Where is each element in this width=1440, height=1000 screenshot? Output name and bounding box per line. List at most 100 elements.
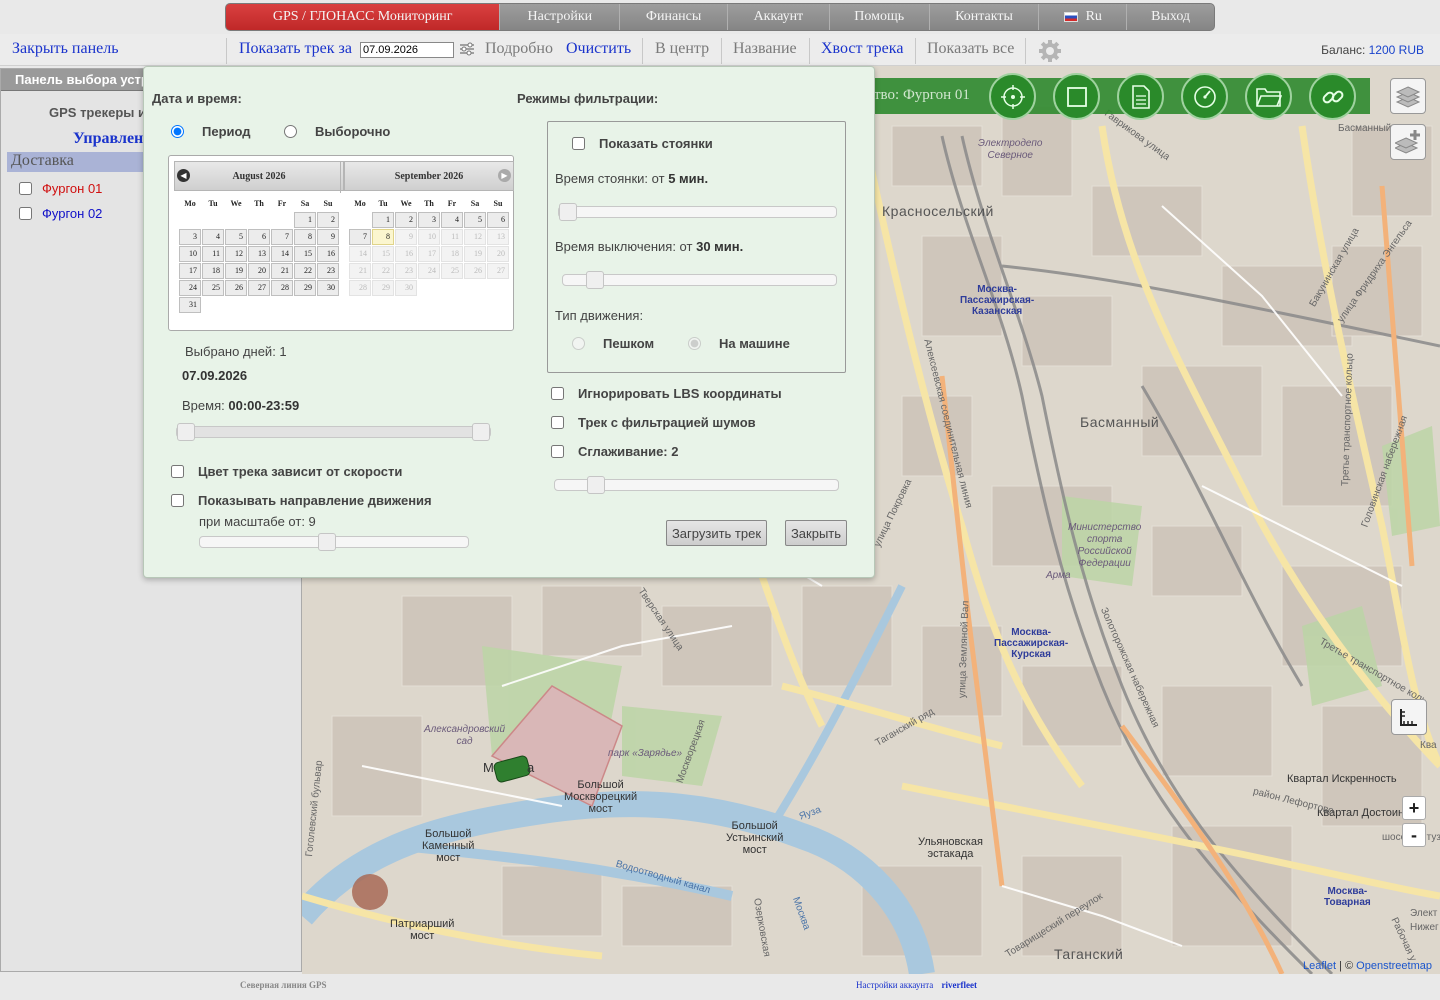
calendar-day[interactable]: 11 <box>202 246 224 262</box>
show-direction-option[interactable]: Показывать направление движения <box>171 493 432 508</box>
stop-time-handle[interactable] <box>559 203 577 221</box>
calendar-day[interactable]: 7 <box>271 229 293 245</box>
calendar-day[interactable]: 29 <box>294 280 316 296</box>
calendar-day[interactable]: 12 <box>225 246 247 262</box>
scale-handle[interactable] <box>318 533 336 551</box>
selective-radio[interactable] <box>284 125 297 138</box>
calendar-day[interactable]: 1 <box>372 212 394 228</box>
details-link[interactable]: Подробно <box>485 40 553 58</box>
zoom-out-button[interactable]: - <box>1402 823 1426 847</box>
menu-finance[interactable]: Финансы <box>620 4 728 30</box>
track-date-input[interactable] <box>360 42 454 58</box>
calendar-day[interactable]: 2 <box>317 212 339 228</box>
close-button[interactable]: Закрыть <box>785 520 847 546</box>
noise-filter-option[interactable]: Трек с фильтрацией шумов <box>551 415 756 430</box>
calendar-day[interactable]: 1 <box>294 212 316 228</box>
calendar-day[interactable]: 4 <box>202 229 224 245</box>
ignore-lbs-checkbox[interactable] <box>551 387 564 400</box>
clear-link[interactable]: Очистить <box>566 40 631 58</box>
track-tail-link[interactable]: Хвост трека <box>821 40 903 58</box>
load-track-button[interactable]: Загрузить трек <box>666 520 767 546</box>
time-start-handle[interactable] <box>177 423 195 441</box>
color-by-speed-checkbox[interactable] <box>171 465 184 478</box>
device-item[interactable]: Фургон 01 <box>19 181 102 196</box>
off-time-handle[interactable] <box>586 271 604 289</box>
calendar-day[interactable]: 2 <box>395 212 417 228</box>
scale-slider[interactable] <box>199 533 469 551</box>
car-option[interactable]: На машине <box>688 336 790 351</box>
calendar-day[interactable]: 17 <box>179 263 201 279</box>
calendar-day[interactable]: 28 <box>271 280 293 296</box>
device-name[interactable]: Фургон 02 <box>42 206 102 221</box>
calendar-day[interactable]: 27 <box>248 280 270 296</box>
calendar-day[interactable]: 22 <box>294 263 316 279</box>
prev-month-icon[interactable]: ◀ <box>177 169 190 182</box>
car-radio[interactable] <box>688 337 701 350</box>
gear-icon[interactable] <box>1038 39 1062 66</box>
calendar-day[interactable]: 5 <box>225 229 247 245</box>
menu-account[interactable]: Аккаунт <box>727 4 830 30</box>
smoothing-option[interactable]: Сглаживание: 2 <box>551 444 678 459</box>
zoom-in-button[interactable]: + <box>1402 796 1426 820</box>
smoothing-handle[interactable] <box>587 476 605 494</box>
calendar-day[interactable]: 20 <box>248 263 270 279</box>
menu-logout[interactable]: Выход <box>1127 4 1214 30</box>
group-delivery[interactable]: Доставка <box>7 152 147 172</box>
calendar-day[interactable]: 7 <box>349 229 371 245</box>
period-option[interactable]: Период <box>171 124 251 139</box>
calendar-day[interactable]: 21 <box>271 263 293 279</box>
center-link[interactable]: В центр <box>655 40 709 58</box>
smoothing-checkbox[interactable] <box>551 445 564 458</box>
calendar-day[interactable]: 24 <box>179 280 201 296</box>
menu-settings[interactable]: Настройки <box>500 4 621 30</box>
calendar-day[interactable]: 9 <box>317 229 339 245</box>
menu-contacts[interactable]: Контакты <box>929 4 1040 30</box>
square-icon[interactable] <box>1053 73 1100 120</box>
osm-link[interactable]: Openstreetmap <box>1356 960 1432 972</box>
noise-filter-checkbox[interactable] <box>551 416 564 429</box>
calendar-day[interactable]: 8 <box>294 229 316 245</box>
device-checkbox[interactable] <box>19 207 32 220</box>
balance-value[interactable]: 1200 RUB <box>1369 43 1424 57</box>
footer-user[interactable]: riverfleet <box>942 980 977 990</box>
selective-option[interactable]: Выборочно <box>284 124 390 139</box>
calendar-day[interactable]: 3 <box>179 229 201 245</box>
ignore-lbs-option[interactable]: Игнорировать LBS координаты <box>551 386 782 401</box>
time-range-slider[interactable] <box>176 423 491 441</box>
calendar-day[interactable]: 30 <box>317 280 339 296</box>
walk-radio[interactable] <box>572 337 585 350</box>
calendar-day[interactable]: 4 <box>441 212 463 228</box>
calendar-day[interactable]: 6 <box>487 212 509 228</box>
stop-time-slider[interactable] <box>558 203 837 221</box>
name-link[interactable]: Название <box>733 40 797 58</box>
calendar-day[interactable]: 26 <box>225 280 247 296</box>
calendar-day[interactable]: 3 <box>418 212 440 228</box>
show-stops-checkbox[interactable] <box>572 137 585 150</box>
device-checkbox[interactable] <box>19 182 32 195</box>
ruler-icon[interactable] <box>1391 699 1427 735</box>
calendar-day[interactable]: 14 <box>271 246 293 262</box>
account-settings-link[interactable]: Настройки аккаунта <box>856 980 933 990</box>
layers-icon[interactable] <box>1390 78 1426 114</box>
add-layer-icon[interactable] <box>1390 124 1426 160</box>
speedometer-icon[interactable] <box>1181 73 1228 120</box>
calendar-day[interactable]: 18 <box>202 263 224 279</box>
close-panel-link[interactable]: Закрыть панель <box>12 40 119 58</box>
folder-icon[interactable] <box>1245 73 1292 120</box>
show-track-link[interactable]: Показать трек за <box>239 40 352 58</box>
smoothing-slider[interactable] <box>554 476 839 494</box>
calendar-day[interactable]: 13 <box>248 246 270 262</box>
calendar-day[interactable]: 25 <box>202 280 224 296</box>
brand-menu-item[interactable]: GPS / ГЛОНАСС Мониторинг <box>226 4 501 30</box>
next-month-icon[interactable]: ▶ <box>498 169 511 182</box>
show-all-link[interactable]: Показать все <box>927 40 1014 58</box>
show-direction-checkbox[interactable] <box>171 494 184 507</box>
calendar-day[interactable]: 5 <box>464 212 486 228</box>
calendar-day[interactable]: 8 <box>372 229 394 245</box>
leaflet-link[interactable]: Leaflet <box>1303 960 1336 972</box>
color-by-speed-option[interactable]: Цвет трека зависит от скорости <box>171 464 402 479</box>
calendar-day[interactable]: 6 <box>248 229 270 245</box>
calendar-day[interactable]: 16 <box>317 246 339 262</box>
off-time-slider[interactable] <box>562 271 837 289</box>
device-item[interactable]: Фургон 02 <box>19 206 102 221</box>
